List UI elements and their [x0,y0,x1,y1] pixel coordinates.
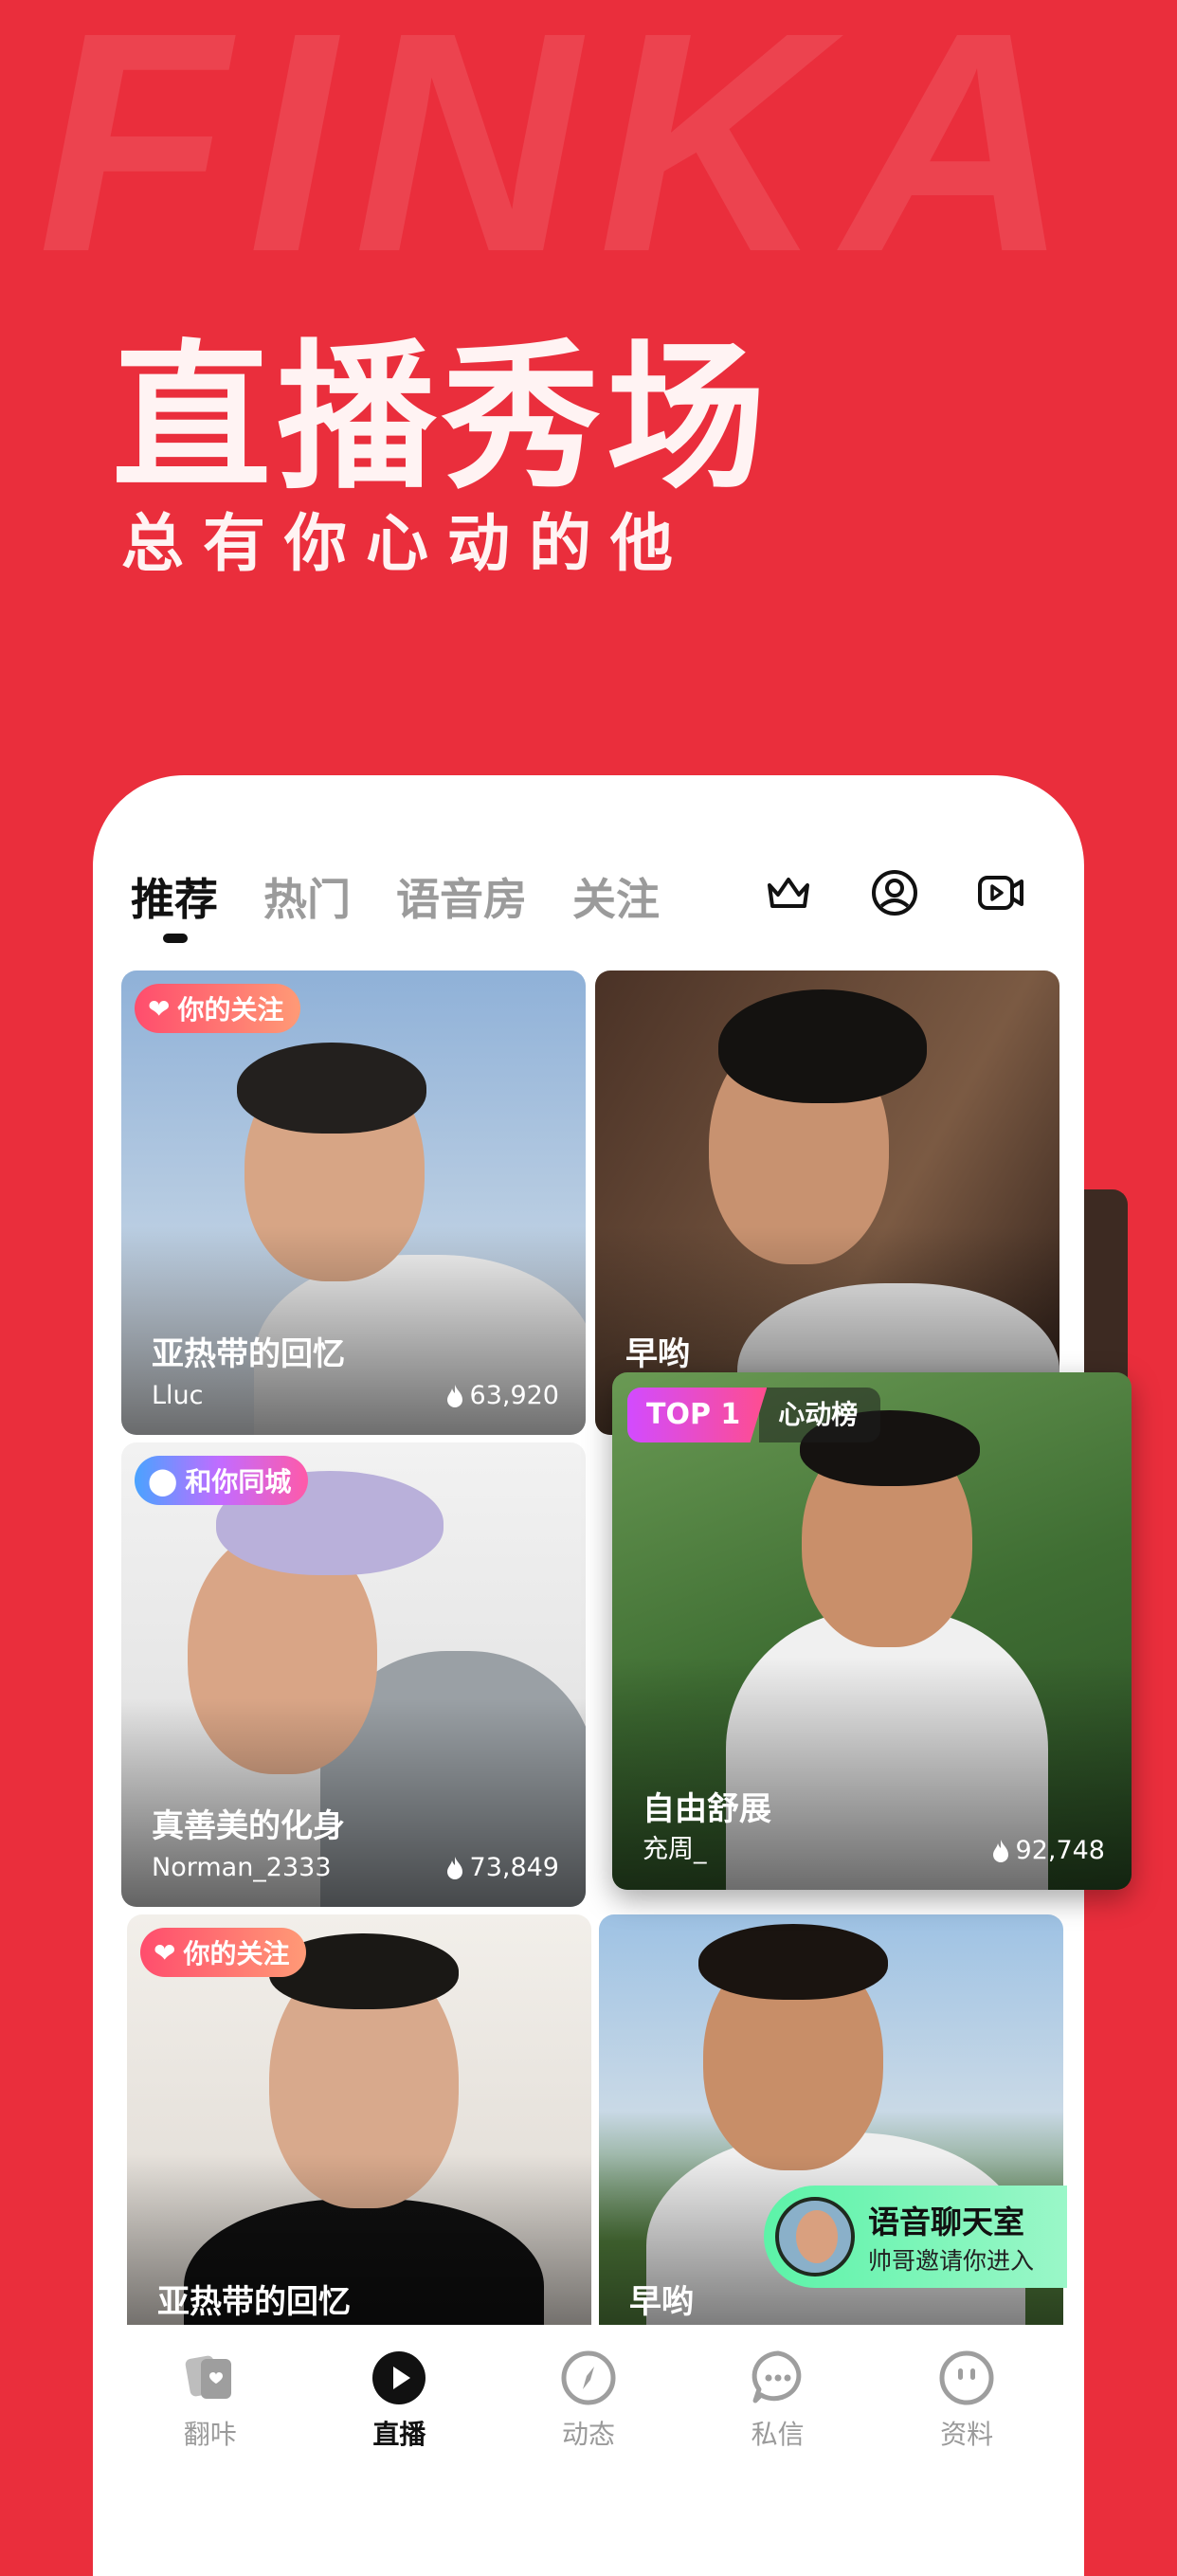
hero-title: 直播秀场 [112,325,771,511]
nav-label: 资料 [940,2419,994,2450]
card-title: 亚热带的回忆 [152,1335,345,1373]
card-title: 亚热带的回忆 [157,2283,351,2321]
following-badge: ❤ 你的关注 [135,984,301,1033]
nav-moments[interactable]: 动态 [517,2325,660,2486]
voice-room-chip[interactable]: 语音聊天室 帅哥邀请你进入 [764,2186,1067,2288]
badge-label: 你的关注 [183,1938,290,1969]
heart-icon: ❤ [154,1936,176,1968]
same-city-badge: ⬤ 和你同城 [135,1456,309,1505]
nav-label: 私信 [751,2419,805,2450]
badge-label: 你的关注 [177,994,284,1025]
video-camera-icon[interactable] [974,866,1027,919]
heart-icon: ❤ [148,992,171,1025]
nav-messages[interactable]: 私信 [707,2325,849,2486]
tab-hot[interactable]: 热门 [263,865,351,928]
tab-following[interactable]: 关注 [572,865,660,928]
card-username: Lluc [152,1381,204,1410]
nav-live[interactable]: 直播 [328,2325,470,2486]
heat-count: 63,920 [469,1381,559,1410]
live-card[interactable]: ⬤ 和你同城 真善美的化身 Norman_2333 73,849 [121,1442,586,1907]
rank-list-label: 心动榜 [759,1388,881,1442]
nav-label: 动态 [561,2419,615,2450]
profile-icon[interactable] [868,866,921,919]
voice-room-avatar [775,2197,855,2277]
badge-label: 和你同城 [185,1466,292,1497]
card-title: 早哟 [625,1335,690,1373]
live-card[interactable]: ❤ 你的关注 亚热带的回忆 [127,1914,591,2350]
top-rank-label: TOP 1 [627,1388,768,1442]
hero-subtitle: 总有你心动的他 [121,507,692,580]
live-card-top1[interactable]: TOP 1 心动榜 自由舒展 充周_ 92,748 [612,1372,1132,1890]
card-title: 真善美的化身 [152,1807,345,1845]
fire-icon [446,1856,462,1879]
card-heat: 63,920 [444,1381,559,1410]
brand-watermark: FINKA [38,0,1089,317]
live-card[interactable]: ❤ 你的关注 亚热带的回忆 Lluc 63,920 [121,971,586,1435]
heat-count: 73,849 [469,1853,559,1882]
ranking-badge: TOP 1 心动榜 [627,1388,881,1442]
card-title: 早哟 [629,2283,694,2321]
nav-label: 直播 [372,2419,426,2450]
card-title: 自由舒展 [643,1790,771,1828]
live-play-icon [372,2351,426,2404]
tab-bar: 推荐 热门 语音房 关注 [131,859,705,943]
fire-icon [992,1839,1008,1862]
fire-icon [446,1384,462,1407]
cards-icon [185,2355,231,2399]
streamer-hair [237,1043,426,1134]
heat-count: 92,748 [1015,1836,1105,1865]
nav-profile[interactable]: 资料 [896,2325,1038,2486]
nav-cards[interactable]: 翻咔 [139,2325,281,2486]
crown-icon[interactable] [762,866,815,919]
tab-voice-room[interactable]: 语音房 [396,865,527,928]
voice-room-title: 语音聊天室 [868,2204,1024,2240]
bottom-nav: 翻咔 直播 动态 私信 资料 [93,2325,1084,2486]
live-card[interactable]: 早哟 [595,971,1059,1435]
streamer-hair [718,989,927,1103]
following-badge: ❤ 你的关注 [140,1928,307,1977]
compass-icon [561,2350,616,2405]
chat-bubble-icon [751,2350,801,2404]
nav-label: 翻咔 [183,2419,237,2450]
tab-recommend[interactable]: 推荐 [131,865,218,943]
streamer-hair [698,1924,888,2000]
card-username: 充周_ [643,1835,707,1864]
voice-room-subtitle: 帅哥邀请你进入 [868,2247,1035,2275]
top-icon-group [762,866,1027,919]
card-heat: 92,748 [989,1836,1105,1865]
card-username: Norman_2333 [152,1853,332,1882]
location-pin-icon: ⬤ [148,1464,178,1497]
card-heat: 73,849 [444,1853,559,1882]
profile-face-icon [939,2350,994,2405]
